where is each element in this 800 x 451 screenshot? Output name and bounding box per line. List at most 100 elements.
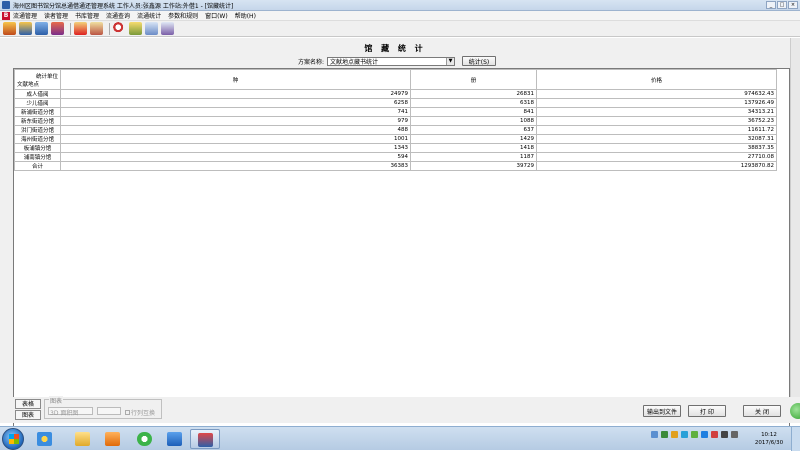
export-button-wrap: 输出到文件	[643, 405, 681, 417]
tray-icon[interactable]	[691, 431, 698, 438]
chart-icon[interactable]	[145, 22, 158, 35]
assistant-ball-icon[interactable]	[790, 403, 800, 419]
chart-type-select[interactable]: 3D 面积图	[48, 407, 93, 417]
lamp-icon[interactable]	[129, 22, 142, 35]
clock[interactable]: 10:12 2017/6/30	[750, 431, 788, 447]
row-label: 新东街道分馆	[14, 116, 61, 126]
bottom-controls: 表格 图表 图表 3D 面积图 行列互换 输出到文件 打 印 关 闭	[0, 396, 800, 423]
cell: 34313.21	[536, 107, 777, 117]
column-header[interactable]: 种	[60, 69, 411, 90]
data-grid[interactable]: 统计单位 文献地点 种 册 价格 成人借阅 24979 26831 974632…	[13, 68, 790, 434]
scheme-row: 方案名称: 文献地点藏书统计 ▼ 统计(S)	[298, 56, 497, 66]
cell: 39729	[410, 161, 537, 171]
row-col-swap-checkbox[interactable]: 行列互换	[125, 408, 155, 417]
statistics-button[interactable]: 统计(S)	[462, 56, 497, 66]
title-bar: 海州区图书馆分馆总通借通还管理系统 工作人员:张鑫源 工作站:外借1 - [馆藏…	[0, 0, 800, 11]
show-desktop-button[interactable]	[791, 427, 800, 451]
column-header[interactable]: 册	[410, 69, 537, 90]
taskbar-app[interactable]	[68, 429, 98, 449]
tray-icon[interactable]	[711, 431, 718, 438]
total-row[interactable]: 合计 36383 39729 1293870.82	[14, 161, 777, 171]
taskbar-app[interactable]	[98, 429, 128, 449]
export-button[interactable]: 输出到文件	[643, 405, 681, 417]
taskbar-app[interactable]	[130, 429, 160, 449]
cell: 841	[410, 107, 537, 117]
report-icon[interactable]	[161, 22, 174, 35]
close-button[interactable]: 关 闭	[743, 405, 781, 417]
tray-icon[interactable]	[661, 431, 668, 438]
close-button-wrap: 关 闭	[743, 405, 781, 417]
cell: 6258	[60, 98, 411, 108]
scheme-select[interactable]: 文献地点藏书统计 ▼	[327, 56, 456, 66]
table-row[interactable]: 成人借阅 24979 26831 974632.43	[14, 89, 777, 99]
minimize-button[interactable]: _	[766, 1, 776, 9]
corner-header: 统计单位 文献地点	[14, 69, 61, 90]
menu-params[interactable]: 参数和规则	[168, 11, 198, 20]
start-button[interactable]	[2, 428, 24, 450]
chevron-down-icon[interactable]: ▼	[446, 57, 455, 65]
menu-help[interactable]: 帮助(H)	[235, 11, 256, 20]
tray-icon[interactable]	[701, 431, 708, 438]
app-logo-icon: B	[2, 11, 10, 20]
cell: 1429	[410, 134, 537, 144]
chart-subtype-select[interactable]	[97, 407, 121, 415]
library-icon[interactable]	[35, 22, 48, 35]
clock-date: 2017/6/30	[754, 440, 784, 446]
cell: 1001	[60, 134, 411, 144]
cell: 27710.08	[536, 152, 777, 162]
taskbar-app-active[interactable]	[190, 429, 220, 449]
table-row[interactable]: 板浦镇分馆 1343 1418 38837.35	[14, 143, 777, 153]
table-row[interactable]: 少儿借阅 6258 6318 137926.49	[14, 98, 777, 108]
tray-icon[interactable]	[651, 431, 658, 438]
menu-bar: B 流通管理 读者管理 书库管理 流通查询 流通统计 参数和规则 窗口(W) 帮…	[0, 11, 800, 21]
row-label: 浦南镇分馆	[14, 152, 61, 162]
menu-window[interactable]: 窗口(W)	[205, 11, 228, 20]
cell: 979	[60, 116, 411, 126]
tray-icon[interactable]	[671, 431, 678, 438]
windows-logo-icon	[9, 434, 19, 444]
table-row[interactable]: 浦南镇分馆 594 1187 27710.08	[14, 152, 777, 162]
clock-time: 10:12	[761, 432, 777, 438]
volume-icon[interactable]	[721, 431, 728, 438]
corner-bottom-label: 文献地点	[17, 82, 40, 88]
tab-table[interactable]: 表格	[15, 399, 41, 409]
menu-readers[interactable]: 读者管理	[44, 11, 68, 20]
system-tray	[651, 431, 738, 438]
search-icon[interactable]	[113, 22, 126, 35]
menu-query[interactable]: 流通查询	[106, 11, 130, 20]
tab-chart[interactable]: 图表	[15, 410, 41, 420]
print-button[interactable]: 打 印	[688, 405, 726, 417]
page-title: 馆 藏 统 计	[364, 44, 426, 53]
maximize-button[interactable]: □	[777, 1, 787, 9]
cell: 38837.35	[536, 143, 777, 153]
vertical-scrollbar[interactable]	[790, 38, 800, 422]
table-row[interactable]: 海州街道分馆 1001 1429 32087.31	[14, 134, 777, 144]
card-icon[interactable]	[90, 22, 103, 35]
taskbar-app[interactable]	[30, 429, 60, 449]
table-row[interactable]: 洪门街道分馆 488 637 11611.72	[14, 125, 777, 135]
cell: 26831	[410, 89, 537, 99]
cell: 1187	[410, 152, 537, 162]
cell: 1418	[410, 143, 537, 153]
network-icon[interactable]	[731, 431, 738, 438]
column-header[interactable]: 价格	[536, 69, 777, 90]
menu-circulation[interactable]: 流通管理	[13, 11, 37, 20]
app-icon	[2, 1, 10, 9]
close-window-button[interactable]: ×	[788, 1, 798, 9]
library-icon[interactable]	[3, 22, 16, 35]
cell: 32087.31	[536, 134, 777, 144]
taskbar-app[interactable]	[160, 429, 190, 449]
library-icon[interactable]	[51, 22, 64, 35]
library-icon[interactable]	[19, 22, 32, 35]
cell: 36752.23	[536, 116, 777, 126]
print-button-wrap: 打 印	[688, 405, 726, 417]
menu-stacks[interactable]: 书库管理	[75, 11, 99, 20]
row-label: 合计	[14, 161, 61, 171]
menu-statistics[interactable]: 流通统计	[137, 11, 161, 20]
tray-icon[interactable]	[681, 431, 688, 438]
table-row[interactable]: 新东街道分馆 979 1088 36752.23	[14, 116, 777, 126]
scheme-value: 文献地点藏书统计	[330, 58, 379, 66]
reader-icon[interactable]	[74, 22, 87, 35]
table-row[interactable]: 新浦街道分馆 741 841 34313.21	[14, 107, 777, 117]
row-col-swap-label: 行列互换	[131, 410, 156, 417]
